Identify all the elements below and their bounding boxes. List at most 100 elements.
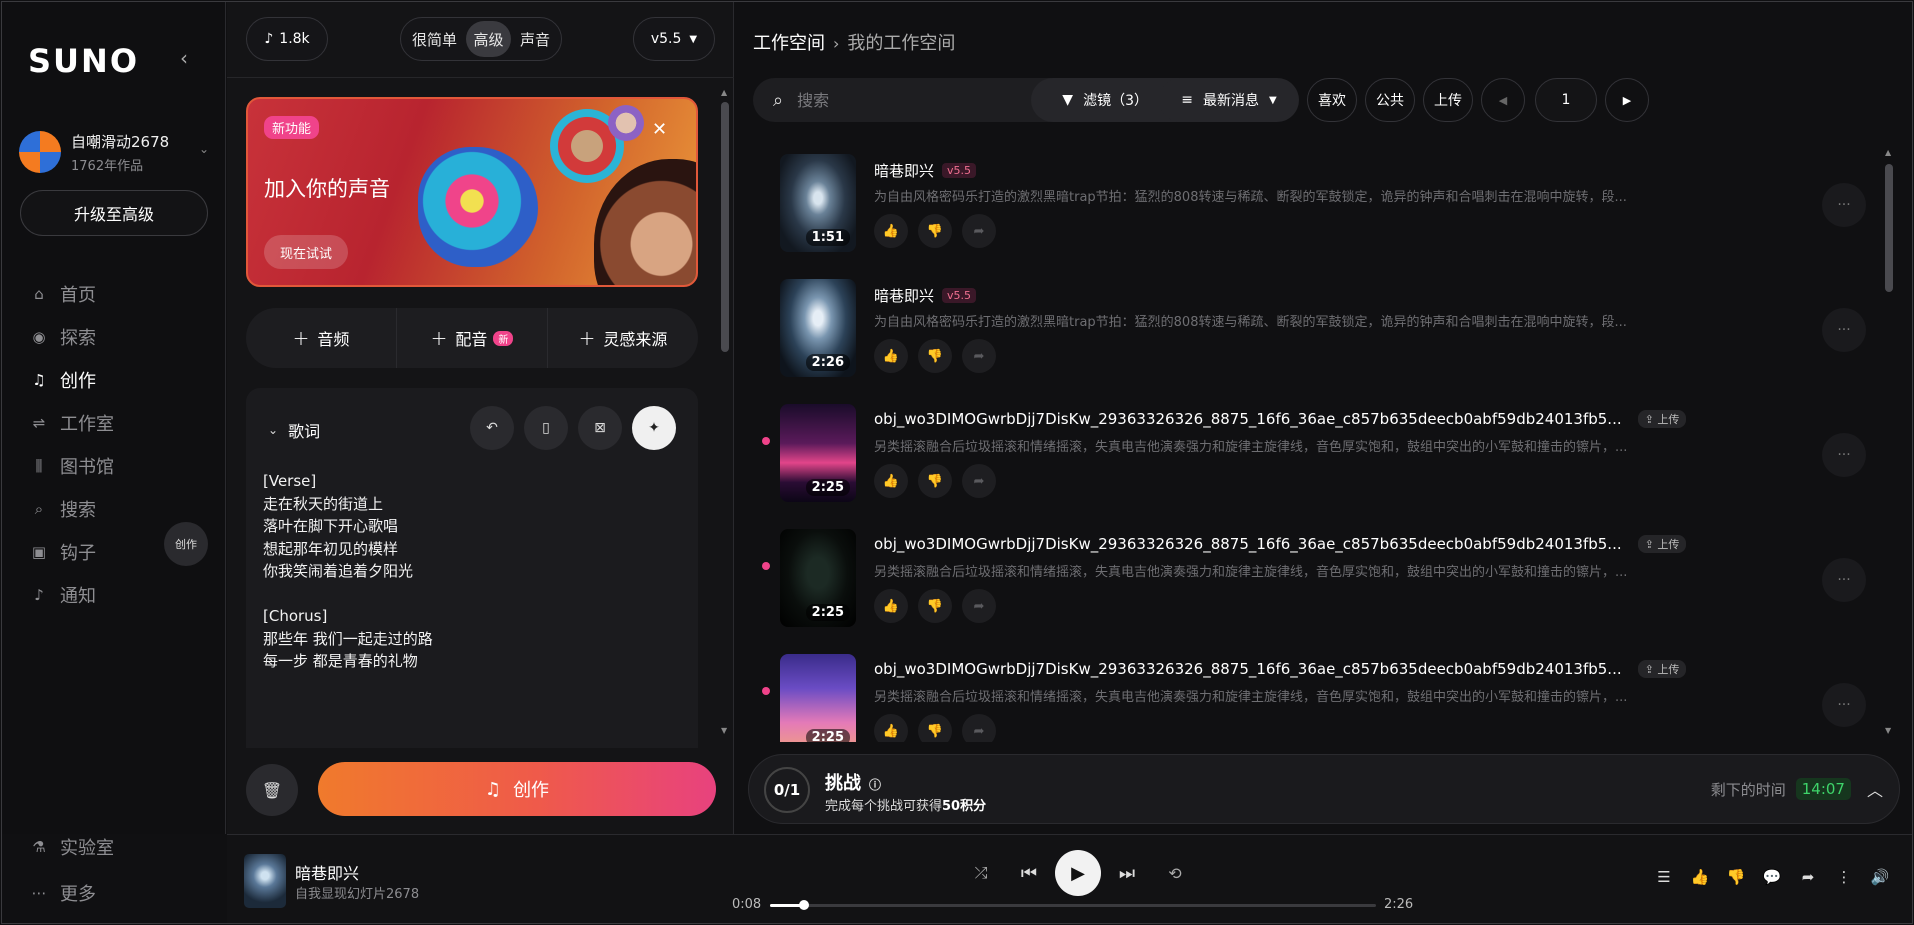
upload-filter-button[interactable]: 上传 (1423, 78, 1473, 122)
magic-wand-button[interactable]: ✦ (632, 406, 676, 450)
song-artwork[interactable]: 2:26 (780, 279, 856, 377)
song-title[interactable]: 暗巷即兴 v5.5 (874, 160, 977, 181)
dislike-button[interactable]: 👎 (918, 214, 952, 248)
collapse-sidebar-icon[interactable]: ‹ (180, 46, 188, 70)
previous-icon[interactable]: ⏮ (1005, 863, 1053, 884)
user-profile[interactable]: 自嘲滑动2678 1762年作品 ⌄ (19, 128, 209, 176)
song-artwork[interactable]: 2:25 (780, 529, 856, 627)
share-button[interactable]: ➦ (962, 589, 996, 623)
add-source-button[interactable]: + 音频 (246, 308, 397, 368)
dislike-button[interactable]: 👎 (918, 714, 952, 742)
share-icon[interactable]: ➦ (1790, 868, 1826, 886)
share-button[interactable]: ➦ (962, 339, 996, 373)
song-artwork[interactable]: 2:25 (780, 404, 856, 502)
song-row[interactable]: 2:25 obj_wo3DIMOGwrbDjj7DisKw_29363326326… (735, 642, 1895, 742)
more-options-button[interactable]: ··· (1822, 433, 1866, 477)
queue-icon[interactable]: ☰ (1646, 868, 1682, 886)
more-options-button[interactable]: ··· (1822, 308, 1866, 352)
credits-button[interactable]: ♪ 1.8k (246, 17, 328, 61)
create-button[interactable]: ♫ 创作 (318, 762, 716, 816)
like-button[interactable]: 👍 (874, 464, 908, 498)
sidebar-item-bell[interactable]: ♪ 通知 (30, 573, 210, 616)
close-icon[interactable]: ✕ (652, 119, 667, 140)
challenge-bar[interactable]: 0/1 挑战 ⓘ 完成每个挑战可获得50积分 剩下的时间 14:07 ︿ (748, 754, 1900, 824)
trash-button[interactable]: 🗑 (246, 764, 298, 816)
thumbs-down-icon[interactable]: 👎 (1718, 868, 1754, 886)
sidebar-item-music-note[interactable]: ♫ 创作 (30, 358, 210, 401)
dislike-button[interactable]: 👎 (918, 589, 952, 623)
sidebar-item-home[interactable]: ⌂ 首页 (30, 272, 210, 315)
add-source-button[interactable]: + 配音新 (397, 308, 548, 368)
song-row[interactable]: 2:25 obj_wo3DIMOGwrbDjj7DisKw_29363326326… (735, 517, 1895, 642)
mode-tab[interactable]: 声音 (513, 21, 557, 57)
mode-tab[interactable]: 高级 (466, 21, 511, 57)
repeat-icon[interactable]: ⟲ (1151, 864, 1199, 883)
public-filter-button[interactable]: 公共 (1365, 78, 1415, 122)
breadcrumb-root[interactable]: 工作空间 (753, 33, 825, 54)
chevron-up-icon[interactable]: ︿ (1867, 777, 1883, 801)
song-title[interactable]: obj_wo3DIMOGwrbDjj7DisKw_29363326326_887… (874, 410, 1687, 428)
share-button[interactable]: ➦ (962, 714, 996, 742)
scroll-up-icon[interactable]: ▲ (721, 88, 727, 97)
page-number-input[interactable]: 1 (1535, 78, 1597, 122)
song-title[interactable]: obj_wo3DIMOGwrbDjj7DisKw_29363326326_887… (874, 660, 1687, 678)
sidebar-item-more[interactable]: ⋯ 更多 (30, 870, 114, 916)
next-page-button[interactable]: ▶ (1605, 78, 1649, 122)
sidebar-create-button[interactable]: 创作 (164, 522, 208, 566)
sidebar-item-studio[interactable]: ⇌ 工作室 (30, 401, 210, 444)
scroll-up-icon[interactable]: ▲ (1885, 148, 1891, 157)
shuffle-icon[interactable]: ⤮ (957, 863, 1005, 883)
share-button[interactable]: ➦ (962, 464, 996, 498)
like-button[interactable]: 👍 (874, 589, 908, 623)
more-options-button[interactable]: ··· (1822, 683, 1866, 727)
song-title[interactable]: 暗巷即兴 v5.5 (874, 285, 977, 306)
try-now-button[interactable]: 现在试试 (264, 235, 349, 269)
like-button[interactable]: 👍 (874, 214, 908, 248)
play-button[interactable]: ▶ (1055, 850, 1101, 896)
version-select[interactable]: v5.5 ▼ (633, 17, 715, 61)
progress-bar[interactable] (770, 900, 1376, 910)
song-title[interactable]: obj_wo3DIMOGwrbDjj7DisKw_29363326326_887… (874, 535, 1687, 553)
dislike-button[interactable]: 👎 (918, 464, 952, 498)
more-vertical-icon[interactable]: ⋮ (1826, 868, 1862, 886)
volume-icon[interactable]: 🔊 (1862, 868, 1898, 886)
song-row[interactable]: 1:51 暗巷即兴 v5.5 为自由风格密码乐打造的激烈黑暗trap节拍：猛烈的808… (735, 142, 1895, 267)
undo-button[interactable]: ↶ (470, 406, 514, 450)
like-button[interactable]: 👍 (874, 339, 908, 373)
panel-scrollbar[interactable] (721, 102, 729, 352)
share-button[interactable]: ➦ (962, 214, 996, 248)
progress-handle[interactable] (799, 900, 809, 910)
scroll-down-icon[interactable]: ▼ (721, 726, 727, 735)
add-source-button[interactable]: + 灵感来源 (548, 308, 698, 368)
info-icon[interactable]: ⓘ (869, 778, 881, 792)
comment-icon[interactable]: 💬 (1754, 868, 1790, 886)
song-artwork[interactable]: 2:25 (780, 654, 856, 742)
song-list-scrollbar[interactable] (1885, 164, 1893, 292)
more-options-button[interactable]: ··· (1822, 183, 1866, 227)
sort-button[interactable]: ≡ 最新消息 ▼ (1159, 78, 1299, 122)
clear-lyrics-button[interactable]: ⊠ (578, 406, 622, 450)
now-playing-artwork[interactable] (244, 854, 286, 908)
lyrics-toggle[interactable]: ⌄ 歌词 (268, 418, 320, 442)
like-filter-button[interactable]: 喜欢 (1307, 78, 1357, 122)
like-button[interactable]: 👍 (874, 714, 908, 742)
sidebar-item-library[interactable]: ⫼ 图书馆 (30, 444, 210, 487)
breadcrumb-current[interactable]: 我的工作空间 (847, 33, 955, 54)
mode-tab[interactable]: 很简单 (405, 21, 464, 57)
song-row[interactable]: 2:25 obj_wo3DIMOGwrbDjj7DisKw_29363326326… (735, 392, 1895, 517)
song-row[interactable]: 2:26 暗巷即兴 v5.5 为自由风格密码乐打造的激烈黑暗trap节拍：猛烈的808… (735, 267, 1895, 392)
lyrics-textarea[interactable]: [Verse] 走在秋天的街道上 落叶在脚下开心歌唱 想起那年初见的模样 你我笑… (263, 470, 433, 673)
bookmark-button[interactable]: ▯ (524, 406, 568, 450)
song-artwork[interactable]: 1:51 (780, 154, 856, 252)
sidebar-item-flask[interactable]: ⚗ 实验室 (30, 824, 114, 870)
upgrade-button[interactable]: 升级至高级 (20, 190, 208, 236)
dislike-button[interactable]: 👎 (918, 339, 952, 373)
next-icon[interactable]: ⏭ (1103, 863, 1151, 884)
sidebar-item-compass[interactable]: ◉ 探索 (30, 315, 210, 358)
scroll-down-icon[interactable]: ▼ (1885, 726, 1891, 735)
prev-page-button[interactable]: ◀ (1481, 78, 1525, 122)
more-options-button[interactable]: ··· (1822, 558, 1866, 602)
now-playing-artist[interactable]: 自我显现幻灯片2678 (295, 883, 419, 902)
suno-logo[interactable]: SUNO (28, 42, 139, 80)
thumbs-up-icon[interactable]: 👍 (1682, 868, 1718, 886)
